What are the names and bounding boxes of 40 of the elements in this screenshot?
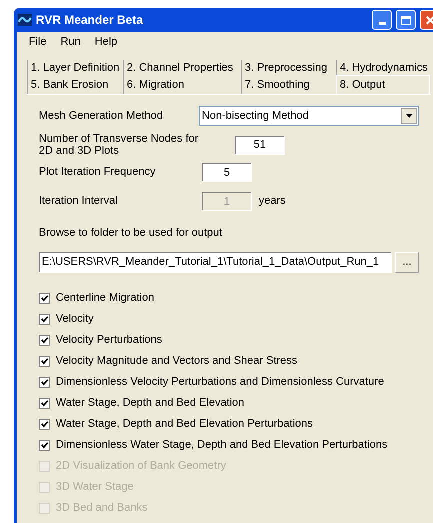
- checkbox[interactable]: [39, 356, 50, 366]
- checkbox[interactable]: [39, 314, 50, 324]
- checkbox[interactable]: [39, 292, 50, 304]
- field-label: Mesh Generation Method: [39, 108, 164, 124]
- menu-item[interactable]: File: [29, 34, 47, 50]
- close-icon: [426, 16, 433, 24]
- menu-item[interactable]: Run: [60, 34, 81, 50]
- checkbox-label: 2D Visualization of Bank Geometry: [56, 458, 226, 474]
- checkbox-label: 3D Bed and Banks: [56, 500, 148, 516]
- checkbox-label: Velocity Magnitude and Vectors and Shear Stress: [56, 354, 298, 369]
- checkbox-label: Centerline Migration: [56, 290, 154, 306]
- tab[interactable]: 8. Output: [336, 75, 430, 94]
- field-label: Iteration Interval: [39, 194, 119, 210]
- field-label: Plot Iteration Frequency: [39, 165, 157, 180]
- menu-item[interactable]: Help: [94, 34, 118, 50]
- checkbox-label: Dimensionless Water Stage, Depth and Bed Elevation Perturbations: [56, 438, 388, 453]
- checkbox-label: Water Stage, Depth and Bed Elevation: [56, 396, 245, 411]
- number-field[interactable]: 5: [202, 163, 252, 182]
- checkbox[interactable]: [39, 398, 50, 408]
- browse-label: Browse to folder to be used for output: [39, 226, 224, 241]
- browse-button[interactable]: ...: [395, 252, 419, 272]
- checkbox[interactable]: [39, 440, 50, 450]
- checkbox-label: Water Stage, Depth and Bed Elevation Perturbations: [56, 416, 314, 432]
- checkbox-label: Dimensionless Velocity Perturbations and Dimensionless Curvature: [56, 374, 384, 390]
- mesh-method-dropdown[interactable]: Non-bisecting Method: [199, 106, 419, 126]
- minimize-button[interactable]: [372, 10, 392, 30]
- checkbox-label: 3D Water Stage: [56, 480, 134, 495]
- checkbox[interactable]: [39, 334, 50, 346]
- output-folder-field[interactable]: E:\USERS\RVR_Meander_Tutorial_1\Tutorial_1_Data\Output_Run_1: [39, 252, 392, 272]
- window-title: RVR Meander Beta: [36, 12, 144, 29]
- caret-icon: [406, 114, 412, 118]
- checkbox[interactable]: [39, 376, 50, 388]
- unit-label: years: [259, 194, 286, 210]
- checkbox-label: Velocity: [56, 312, 94, 327]
- app-icon: [18, 14, 32, 26]
- checkbox[interactable]: [39, 418, 50, 430]
- checkbox-label: Velocity Perturbations: [56, 332, 162, 348]
- field-label: Number of Transverse Nodes for 2D and 3D Plots: [39, 133, 200, 157]
- number-field[interactable]: 51: [235, 136, 285, 154]
- maximize-button[interactable]: [396, 10, 416, 30]
